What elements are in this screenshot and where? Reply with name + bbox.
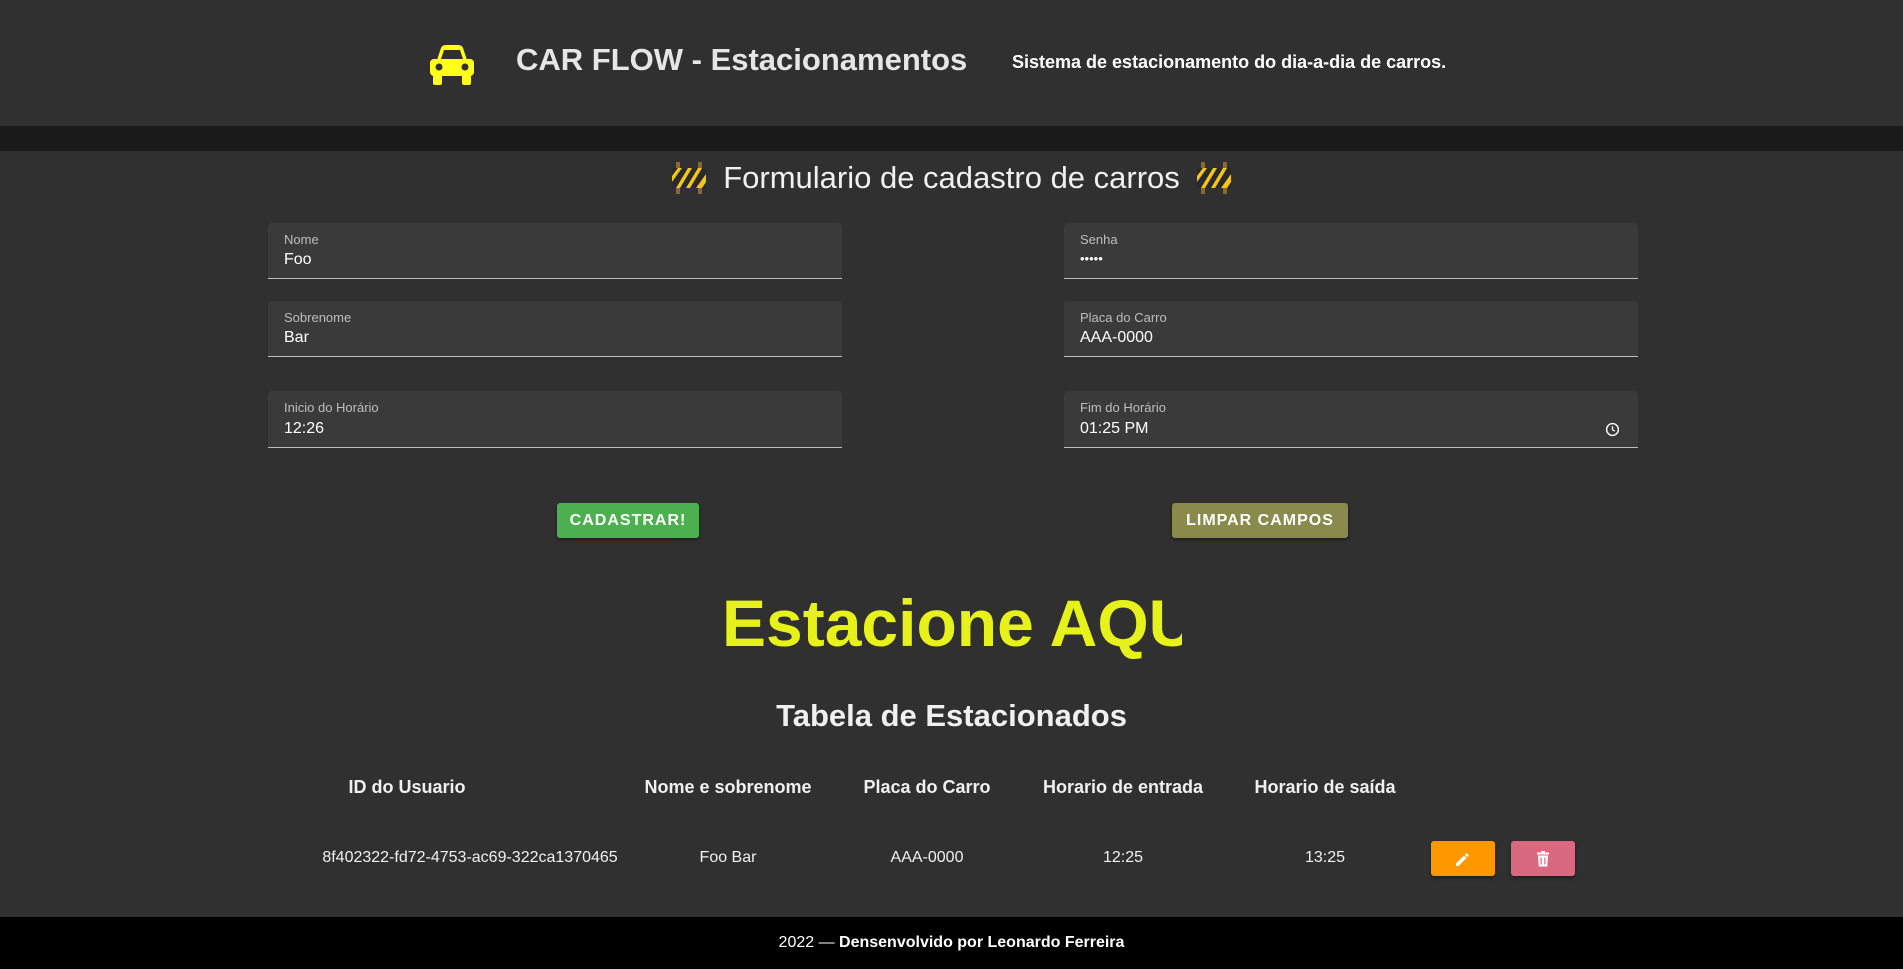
app-header: CAR FLOW - Estacionamentos Sistema de es… [0, 0, 1903, 126]
limpar-campos-button[interactable]: LIMPAR CAMPOS [1172, 503, 1348, 538]
app-title: CAR FLOW - Estacionamentos [516, 42, 968, 77]
table-title: Tabela de Estacionados [776, 698, 1127, 733]
cell-saida: 13:25 [1304, 849, 1346, 866]
nome-label: Nome [284, 232, 319, 247]
sobrenome-label: Sobrenome [284, 310, 352, 325]
footer-credit: Densenvolvido por Leonardo Ferreira [839, 934, 1125, 951]
footer-year: 2022 — [778, 934, 840, 951]
senha-value[interactable]: ••••• [1080, 251, 1103, 266]
inicio-horario-value[interactable]: 12:26 [284, 420, 324, 438]
app-subtitle: Sistema de estacionamento do dia-a-dia d… [1012, 52, 1447, 72]
column-header-saida: Horario de saída [1254, 777, 1396, 797]
estacione-aqui-banner: Estacione AQUI [722, 585, 1182, 665]
delete-button[interactable] [1511, 841, 1575, 876]
nome-field[interactable]: Nome Foo [268, 223, 842, 279]
senha-field[interactable]: Senha ••••• [1064, 223, 1638, 279]
trash-icon [1537, 850, 1549, 866]
sobrenome-field[interactable]: Sobrenome Bar [268, 301, 842, 357]
placa-label: Placa do Carro [1080, 310, 1167, 325]
column-header-id: ID do Usuario [348, 777, 466, 797]
form-title-text: Formulario de cadastro de carros [723, 159, 1180, 195]
cell-entrada: 12:25 [1102, 849, 1144, 866]
fim-horario-field[interactable]: Fim do Horário 01:25 PM [1064, 391, 1638, 448]
banner-text: Estacione AQUI [722, 586, 1182, 660]
cadastrar-button[interactable]: CADASTRAR! [557, 503, 699, 538]
car-icon [430, 45, 474, 85]
column-header-entrada: Horario de entrada [1042, 777, 1204, 797]
construction-barrier-icon [1196, 161, 1231, 194]
form-title: Formulario de cadastro de carros [0, 158, 1903, 196]
inicio-horario-field[interactable]: Inicio do Horário 12:26 [268, 391, 842, 448]
senha-label: Senha [1080, 232, 1118, 247]
edit-button[interactable] [1431, 841, 1495, 876]
pencil-icon [1456, 852, 1469, 866]
construction-barrier-icon [672, 161, 707, 194]
header-divider [0, 126, 1903, 151]
placa-value[interactable]: AAA-0000 [1080, 329, 1153, 347]
fim-horario-value[interactable]: 01:25 PM [1080, 420, 1148, 438]
inicio-horario-label: Inicio do Horário [284, 400, 379, 415]
cell-nome: Foo Bar [699, 849, 757, 866]
sobrenome-value[interactable]: Bar [284, 329, 309, 347]
column-header-placa: Placa do Carro [863, 777, 991, 797]
cell-user-id: 8f402322-fd72-4753-ac69-322ca1370465 [322, 849, 618, 866]
footer: 2022 — Densenvolvido por Leonardo Ferrei… [0, 917, 1903, 969]
clock-icon[interactable] [1605, 422, 1620, 437]
column-header-nome: Nome e sobrenome [644, 777, 812, 797]
cell-placa: AAA-0000 [890, 849, 964, 866]
nome-value[interactable]: Foo [284, 251, 312, 269]
placa-field[interactable]: Placa do Carro AAA-0000 [1064, 301, 1638, 357]
fim-horario-label: Fim do Horário [1080, 400, 1166, 415]
